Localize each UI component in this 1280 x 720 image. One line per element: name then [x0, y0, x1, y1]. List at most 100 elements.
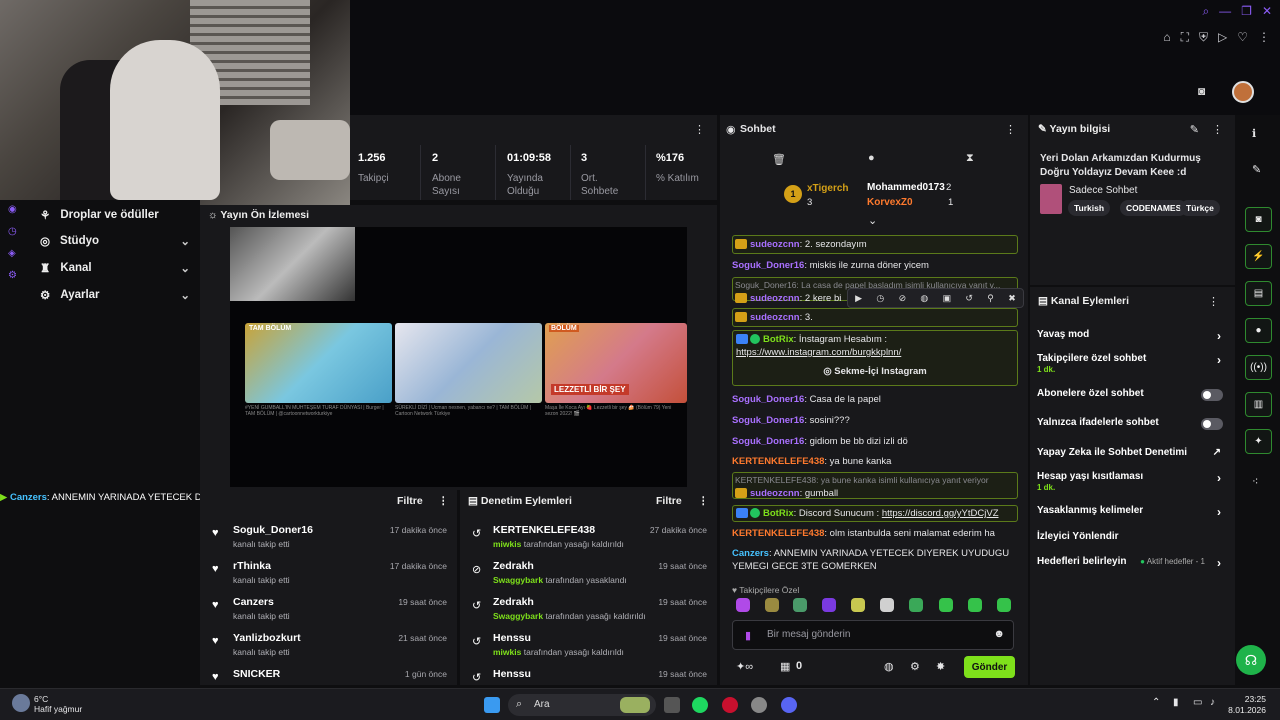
chat-bubble-icon[interactable]: ●	[868, 152, 875, 164]
list-item[interactable]: ♥ Canzers kanalı takip etti 19 saat önce	[200, 592, 457, 628]
instagram-button[interactable]: ◎ Sekme-İçi Instagram	[736, 365, 1014, 378]
steam-icon[interactable]	[751, 697, 767, 713]
list-item[interactable]: ↺ Zedrakh Swaggybark tarafından yasağı kal…	[460, 592, 717, 628]
filter-button[interactable]: Filtre	[397, 495, 423, 507]
tag[interactable]: Turkish	[1068, 200, 1111, 216]
chat-message[interactable]: Soguk_Doner16: miskis ile zurna döner yi…	[732, 259, 1018, 272]
chat-message[interactable]: sudeozcnn: 2. sezondayım	[732, 235, 1018, 254]
chat-message[interactable]: sudeozcnn: 3.	[732, 308, 1018, 327]
chat-message[interactable]: Soguk_Doner16: Casa de la papel	[732, 393, 1018, 406]
emote[interactable]	[909, 598, 923, 612]
more-icon[interactable]: ⋮	[698, 495, 709, 507]
chat-message[interactable]: BotRix: Discord Sunucum : https://discor…	[732, 505, 1018, 522]
sidebar-item-studio[interactable]: ◎ Stüdyo ⌄	[40, 234, 190, 248]
taskbar-search[interactable]: ⌕ Ara	[508, 694, 656, 716]
category-name[interactable]: Sadece Sohbet	[1069, 185, 1137, 196]
chat-message[interactable]: BotRix: İnstagram Hesabım : https://www.…	[732, 330, 1018, 386]
more-icon[interactable]: ⋮	[1208, 295, 1219, 308]
emote[interactable]	[851, 598, 865, 612]
more-icon[interactable]: ⁖	[1252, 475, 1258, 488]
gift-icon[interactable]: ▦	[780, 660, 790, 673]
camera-icon[interactable]: ◙	[1198, 84, 1214, 98]
clock-icon[interactable]: ◷	[876, 293, 884, 304]
list-item[interactable]: ↺ KERTENKELEFE438 miwkis tarafından yasağı…	[460, 520, 717, 556]
chevron-up-icon[interactable]: ⌃	[1152, 697, 1160, 708]
rail-button-tools[interactable]: ✦	[1245, 429, 1272, 454]
trash-icon[interactable]: ✖	[1008, 293, 1016, 304]
chat-message[interactable]: KERTENKELEFE438: ya bune kanka	[732, 455, 1018, 468]
rail-button-chat[interactable]: ●	[1245, 318, 1272, 343]
emote[interactable]	[793, 598, 807, 612]
system-clock[interactable]: 23:25 8.01.2026	[1228, 694, 1266, 716]
action-raid[interactable]: İzleyici Yönlendir	[1037, 531, 1227, 542]
chat-message[interactable]: KERTENKELEFE438: ya bune kanka isimli ku…	[732, 472, 1018, 499]
mute-icon[interactable]: ⊘	[899, 293, 907, 304]
more-icon[interactable]: ⋮	[438, 495, 449, 507]
rail-button-camera[interactable]: ◙	[1245, 207, 1272, 232]
chat-settings-icon[interactable]: ◍	[884, 660, 894, 673]
edit-icon[interactable]: ✎	[1252, 163, 1261, 176]
emoji-icon[interactable]: ☻	[993, 628, 1005, 640]
nav-icon[interactable]: ◉	[8, 204, 17, 215]
copy-icon[interactable]: ▣	[943, 293, 952, 304]
weather-widget[interactable]: 6°C Hafif yağmur	[34, 694, 82, 714]
action-account-age[interactable]: Hesap yaşı kısıtlaması 1 dk. ›	[1037, 471, 1227, 493]
stream-video[interactable]: TAM BÖLÜM BÖLÜM LEZZETLİ BİR ŞEY #YENİ G…	[230, 227, 687, 487]
video-thumbnail[interactable]: TAM BÖLÜM	[245, 323, 392, 403]
message-link[interactable]: https://www.instagram.com/burgkkplnn/	[736, 347, 901, 358]
action-ai-moderation[interactable]: Yapay Zeka ile Sohbet Denetimi ↗	[1037, 447, 1227, 458]
avatar[interactable]	[1232, 81, 1254, 103]
list-item[interactable]: ♥ Soguk_Doner16 kanalı takip etti 17 dakika…	[200, 520, 457, 556]
rail-button-broadcast[interactable]: ((•))	[1245, 355, 1272, 380]
sidebar-item-drops[interactable]: ⚘ Droplar ve ödüller	[40, 208, 190, 222]
trash-icon[interactable]: 🗑	[772, 153, 786, 166]
action-banned-words[interactable]: Yasaklanmış kelimeler ›	[1037, 505, 1227, 519]
chat-message[interactable]: Soguk_Doner16: gidiom be bb dizi izli dö	[732, 435, 1018, 448]
emote[interactable]	[968, 598, 982, 612]
play-icon[interactable]: ▶	[855, 293, 862, 304]
volume-icon[interactable]: ♪	[1210, 697, 1215, 708]
chat-bubble-icon[interactable]: ◍	[920, 293, 928, 304]
settings-icon[interactable]: ⚙	[8, 270, 17, 281]
rail-button-bolt[interactable]: ⚡	[1245, 244, 1272, 269]
emote[interactable]	[997, 598, 1011, 612]
emote-only-toggle[interactable]	[1201, 418, 1223, 430]
action-follower-only[interactable]: Takipçilere özel sohbet 1 dk. ›	[1037, 353, 1227, 375]
action-slow-mode[interactable]: Yavaş mod ›	[1037, 329, 1227, 343]
tag[interactable]: Türkçe	[1180, 200, 1220, 216]
undo-icon[interactable]: ↺	[965, 293, 973, 304]
opera-icon[interactable]	[722, 697, 738, 713]
gear-icon[interactable]: ⚙	[910, 660, 920, 673]
list-item[interactable]: ♥ Yanlizbozkurt kanalı takip etti 21 saat ö…	[200, 628, 457, 664]
list-item[interactable]: ⊘ Zedrakh Swaggybark tarafından yasaklandı…	[460, 556, 717, 592]
filter-button[interactable]: Filtre	[656, 495, 682, 507]
more-icon[interactable]: ⋮	[1212, 123, 1223, 136]
windows-start-icon[interactable]	[484, 697, 500, 713]
more-icon[interactable]: ⋮	[694, 123, 705, 136]
minimize-icon[interactable]: —	[1219, 4, 1231, 19]
points-icon[interactable]: ✦∞	[736, 660, 753, 673]
mic-icon[interactable]: ▮	[1173, 697, 1179, 708]
search-icon[interactable]: ⌕	[1202, 4, 1209, 19]
emote[interactable]	[880, 598, 894, 612]
gamepad-icon[interactable]: ◈	[8, 248, 16, 259]
chat-message[interactable]: KERTENKELEFE438: olm istanbulda seni mal…	[732, 527, 1018, 540]
pin-icon[interactable]: ⌂	[1163, 30, 1170, 45]
chevron-down-icon[interactable]: ⌄	[868, 214, 877, 227]
restore-icon[interactable]: ❐	[1241, 4, 1252, 19]
heart-icon[interactable]: ♡	[1237, 30, 1248, 45]
pin-icon[interactable]: ⚲	[987, 293, 994, 304]
clock-icon[interactable]: ◷	[8, 226, 17, 237]
more-icon[interactable]: ⋮	[1258, 30, 1270, 45]
task-view-icon[interactable]	[664, 697, 680, 713]
edit-icon[interactable]: ✎	[1190, 123, 1199, 136]
fullscreen-icon[interactable]: ⛶	[1181, 30, 1189, 45]
tag[interactable]: CODENAMES	[1120, 200, 1188, 216]
rail-button-notes[interactable]: ▤	[1245, 281, 1272, 306]
chat-message[interactable]: Canzers: ANNEMIN YARINADA YETECEK DIYERE…	[732, 547, 1018, 573]
chat-message[interactable]: Soguk_Doner16: sosini???	[732, 414, 1018, 427]
play-icon[interactable]: ▷	[1218, 30, 1227, 45]
emote[interactable]	[822, 598, 836, 612]
rail-button-layout[interactable]: ▥	[1245, 392, 1272, 417]
close-icon[interactable]: ✕	[1262, 4, 1272, 19]
